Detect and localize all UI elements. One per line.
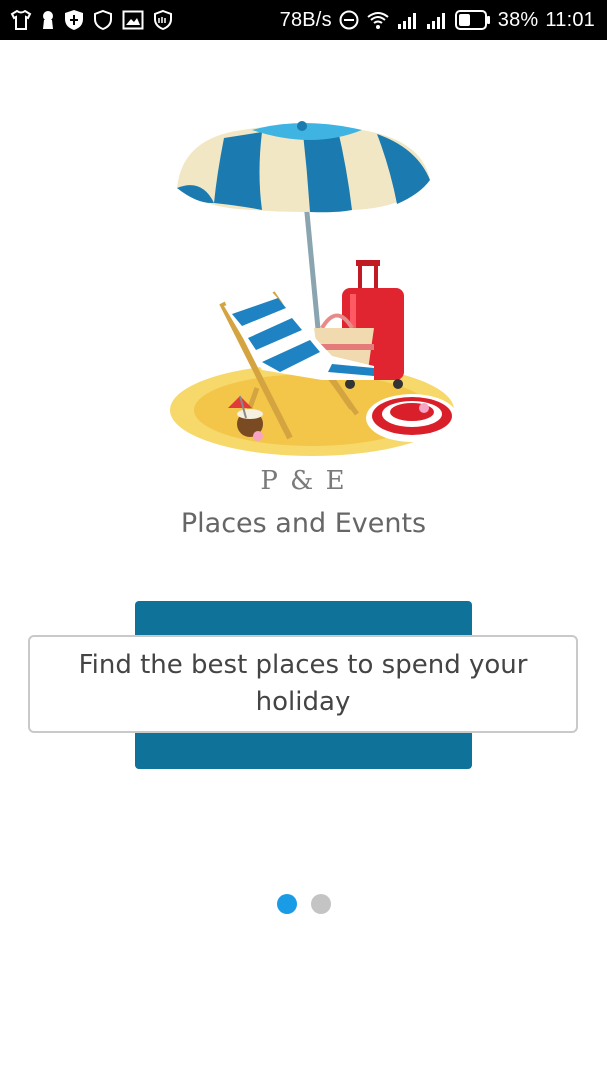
clock: 11:01 <box>545 8 595 31</box>
tshirt-icon <box>10 10 32 30</box>
onboarding-message: Find the best places to spend your holid… <box>28 635 578 733</box>
app-name: Places and Events <box>180 508 427 539</box>
signal-icon <box>397 10 419 30</box>
pager-indicator <box>0 894 607 914</box>
signal-icon-2 <box>426 10 448 30</box>
battery-percent: 38% <box>497 8 539 31</box>
status-bar-right: 78B/s 38% 11:01 <box>280 9 595 32</box>
status-bar: 78B/s 38% 11:01 <box>0 0 607 40</box>
pager-dot[interactable] <box>310 894 331 914</box>
shield-outline-icon <box>93 9 113 31</box>
logo-text: P & E <box>260 466 347 496</box>
onboarding-message-text: Find the best places to spend your holid… <box>78 650 528 717</box>
do-not-disturb-icon <box>339 10 359 30</box>
battery-icon <box>454 10 491 30</box>
status-bar-left <box>10 9 173 31</box>
shield-badge-icon <box>153 9 173 31</box>
image-icon <box>122 10 144 30</box>
wifi-icon <box>366 10 390 30</box>
network-speed: 78B/s <box>279 8 332 31</box>
pager-dot[interactable] <box>276 894 297 914</box>
shield-filled-icon <box>64 9 84 31</box>
beach-illustration <box>162 118 462 458</box>
keyhole-icon <box>41 10 55 30</box>
